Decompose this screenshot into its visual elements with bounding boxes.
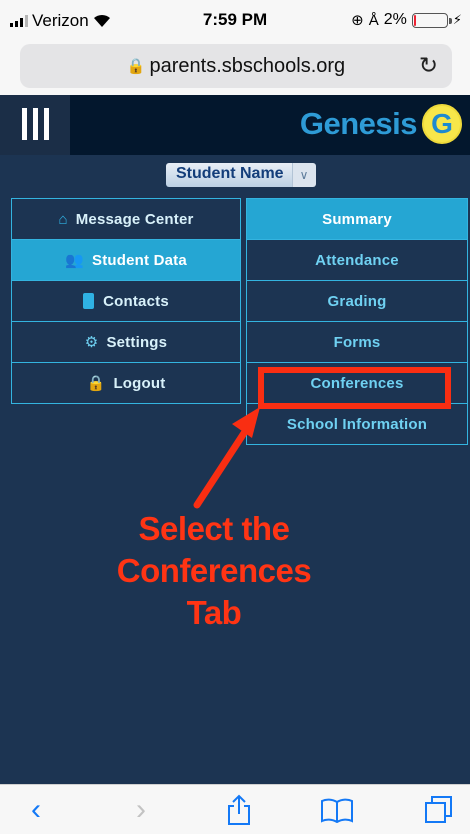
brand-logo: Genesis G xyxy=(300,104,462,144)
app-header: Genesis G xyxy=(0,95,470,155)
forward-icon[interactable]: › xyxy=(123,795,159,827)
url-display[interactable]: 🔒 parents.sbschools.org xyxy=(20,55,452,78)
tabs-icon[interactable] xyxy=(424,795,454,825)
menu-toggle-icon[interactable] xyxy=(0,95,70,155)
tab-grading[interactable]: Grading xyxy=(246,280,468,322)
status-right: ⊕ Å 2% ⚡ xyxy=(351,11,462,29)
battery-fill xyxy=(413,14,416,26)
logo-letter: G xyxy=(431,108,453,139)
lock-icon: 🔒 xyxy=(86,375,106,392)
chevron-down-icon[interactable]: ∨ xyxy=(291,163,316,187)
menu-item-settings[interactable]: ⚙ Settings xyxy=(11,321,241,363)
menu-item-label: Contacts xyxy=(103,292,169,310)
menu-item-label: Message Center xyxy=(75,210,194,228)
users-icon: 👥 xyxy=(65,252,84,269)
share-icon[interactable] xyxy=(226,794,252,826)
tab-school-information[interactable]: School Information xyxy=(246,403,468,445)
lock-icon: 🔒 xyxy=(126,58,146,75)
orientation-lock-icon: ⊕ xyxy=(351,12,364,29)
menu-item-student-data[interactable]: 👥 Student Data xyxy=(11,239,241,281)
charging-icon: ⚡ xyxy=(452,12,462,27)
home-icon: ⌂ xyxy=(58,210,68,228)
url-text: parents.sbschools.org xyxy=(149,55,346,77)
menu-item-contacts[interactable]: Contacts xyxy=(11,280,241,322)
annotation-line-1: Select the xyxy=(138,510,290,547)
menu-item-message-center[interactable]: ⌂ Message Center xyxy=(11,198,241,240)
tab-forms[interactable]: Forms xyxy=(246,321,468,363)
conferences-highlight-box xyxy=(258,367,451,409)
reload-icon[interactable]: ↻ xyxy=(419,52,438,79)
student-selector[interactable]: Student Name ∨ xyxy=(166,163,316,187)
menu-item-logout[interactable]: 🔒 Logout xyxy=(11,362,241,404)
menu-item-label: Settings xyxy=(106,333,168,351)
menu-item-label: Logout xyxy=(113,374,166,392)
browser-chrome: 🔒 parents.sbschools.org ↻ xyxy=(0,40,470,95)
tab-attendance[interactable]: Attendance xyxy=(246,239,468,281)
back-icon[interactable]: ‹ xyxy=(18,795,54,827)
battery-percent: 2% xyxy=(383,11,407,28)
gear-icon: ⚙ xyxy=(84,334,99,351)
genesis-logo-icon: G xyxy=(422,104,462,144)
battery-tip xyxy=(448,17,452,24)
brand-name: Genesis xyxy=(299,106,418,141)
status-bar: Verizon 7:59 PM ⊕ Å 2% ⚡ xyxy=(0,0,470,40)
menu-item-label: Student Data xyxy=(91,251,187,269)
main-menu: ⌂ Message Center 👥 Student Data Contacts… xyxy=(11,198,241,404)
student-selector-value[interactable]: Student Name xyxy=(166,163,292,187)
annotation-line-2: Conferences Tab xyxy=(116,552,312,631)
bookmarks-icon[interactable] xyxy=(320,797,354,823)
book-icon xyxy=(83,293,95,309)
annotation-text: Select the Conferences Tab xyxy=(86,508,342,634)
tab-summary[interactable]: Summary xyxy=(246,198,468,240)
address-bar[interactable]: 🔒 parents.sbschools.org ↻ xyxy=(20,44,452,88)
browser-toolbar: ‹ › xyxy=(0,784,470,834)
battery-icon xyxy=(411,12,452,28)
bluetooth-icon: Å xyxy=(368,11,379,29)
